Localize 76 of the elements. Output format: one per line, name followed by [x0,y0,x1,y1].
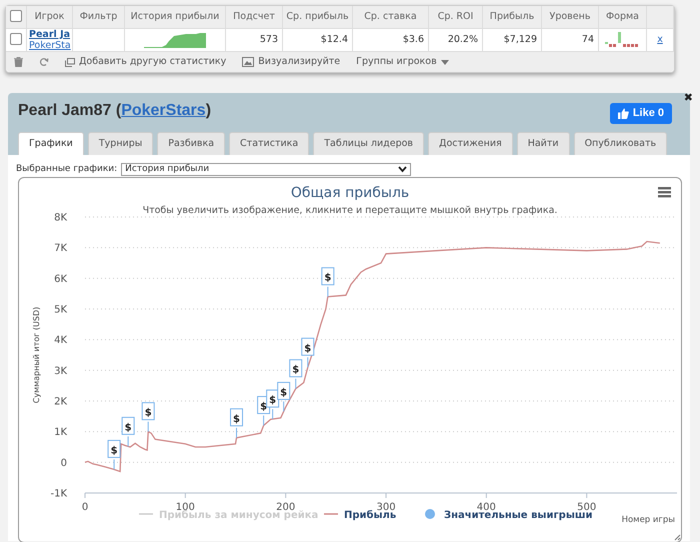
resize-handle-icon[interactable] [674,534,680,541]
tab[interactable]: Графики [18,132,84,155]
annotation: $ [324,272,332,284]
column-header: Фильтр [80,10,118,22]
caret-icon[interactable] [440,60,449,64]
column-header: Ср. прибыль [286,10,349,22]
x-tick-label: 0 [82,502,88,514]
table-cell: $3.6 [402,34,424,45]
profit-sparkline [144,32,206,48]
add-stat-link[interactable]: Добавить другую статистику [79,54,226,70]
y-tick-label: 6K [54,274,67,286]
x-tick-label: 200 [276,502,296,514]
annotation: $ [260,402,268,413]
y-tick-label: 8K [54,212,67,224]
annotation: $ [110,446,118,457]
annotation: $ [304,344,312,355]
y-tick-label: 4K [54,335,67,346]
chevron-icon[interactable] [398,166,408,173]
table-cell: 573 [260,34,278,45]
tab[interactable]: Найти [516,132,570,155]
player-link[interactable]: Pearl Ja [29,28,70,40]
select-label: Выбранные графики: [16,162,118,176]
refresh-icon[interactable] [39,57,49,67]
tab[interactable]: Достижения [428,132,513,155]
annotation: $ [280,388,288,399]
column-header: История прибыли [130,10,220,22]
image-icon [242,57,254,67]
y-tick-label: 3K [54,366,67,378]
table-cell: $12.4 [320,34,348,45]
remove-link[interactable]: x [657,34,663,45]
player-title: Pearl Jam87 [18,102,112,119]
column-header: Прибыль [490,10,534,22]
y-tick-label: 5K [54,304,67,316]
chart-subtitle: Чтобы увеличить изображение, кликните и перетащите мышкой внутрь графика. [142,205,558,216]
thumbs-up-icon [618,108,629,119]
annotation: $ [269,395,276,406]
like-button[interactable]: Like 0 [610,103,672,124]
table-cell: 20.2% [448,34,478,45]
tab[interactable]: Опубликовать [574,132,668,155]
annotation: $ [292,364,300,376]
menu-icon[interactable] [658,187,671,198]
column-header: Ср. ставка [364,10,417,22]
column-header: Игрок [34,10,64,22]
paren: ) [206,102,212,119]
column-header: Уровень [550,10,590,22]
copy-icon [65,58,75,66]
chart-title: Общая прибыль [290,185,410,202]
column-header: Форма [606,10,639,22]
y-tick-label: 0 [60,458,67,470]
y-tick-label: 7K [54,243,67,254]
visualize-link[interactable]: Визуализируйте [258,54,340,70]
y-tick-label: 1K [54,427,67,438]
tab[interactable]: Разбивка [157,132,226,155]
trash-icon[interactable] [14,57,23,67]
table-cell: $7,129 [504,34,537,45]
column-header: Ср. ROI [438,10,474,22]
table-cell: 74 [582,34,594,45]
annotation: $ [144,408,152,419]
paren: ( [116,102,122,119]
chart-select[interactable]: История прибыли [121,163,412,176]
annotation: $ [124,422,132,434]
y-tick-label: -1K [50,488,67,500]
tab[interactable]: Таблицы лидеров [313,132,424,155]
groups-dropdown[interactable]: Группы игроков [356,54,437,70]
y-axis-label: Суммарный итог (USD) [32,307,41,404]
select-all-checkbox[interactable] [10,10,22,22]
tab[interactable]: Статистика [229,132,310,155]
form-bar-drawing [604,32,640,48]
annotation: $ [233,414,240,426]
y-tick-label: 2K [54,396,67,408]
row-checkbox[interactable] [10,33,22,46]
close-button[interactable]: ✖ [684,92,693,103]
tab[interactable]: Турниры [88,132,154,155]
x-axis-label: Номер игры [622,515,675,526]
site-link[interactable]: PokerSta [29,40,70,51]
column-header: Подсчет [233,10,275,22]
